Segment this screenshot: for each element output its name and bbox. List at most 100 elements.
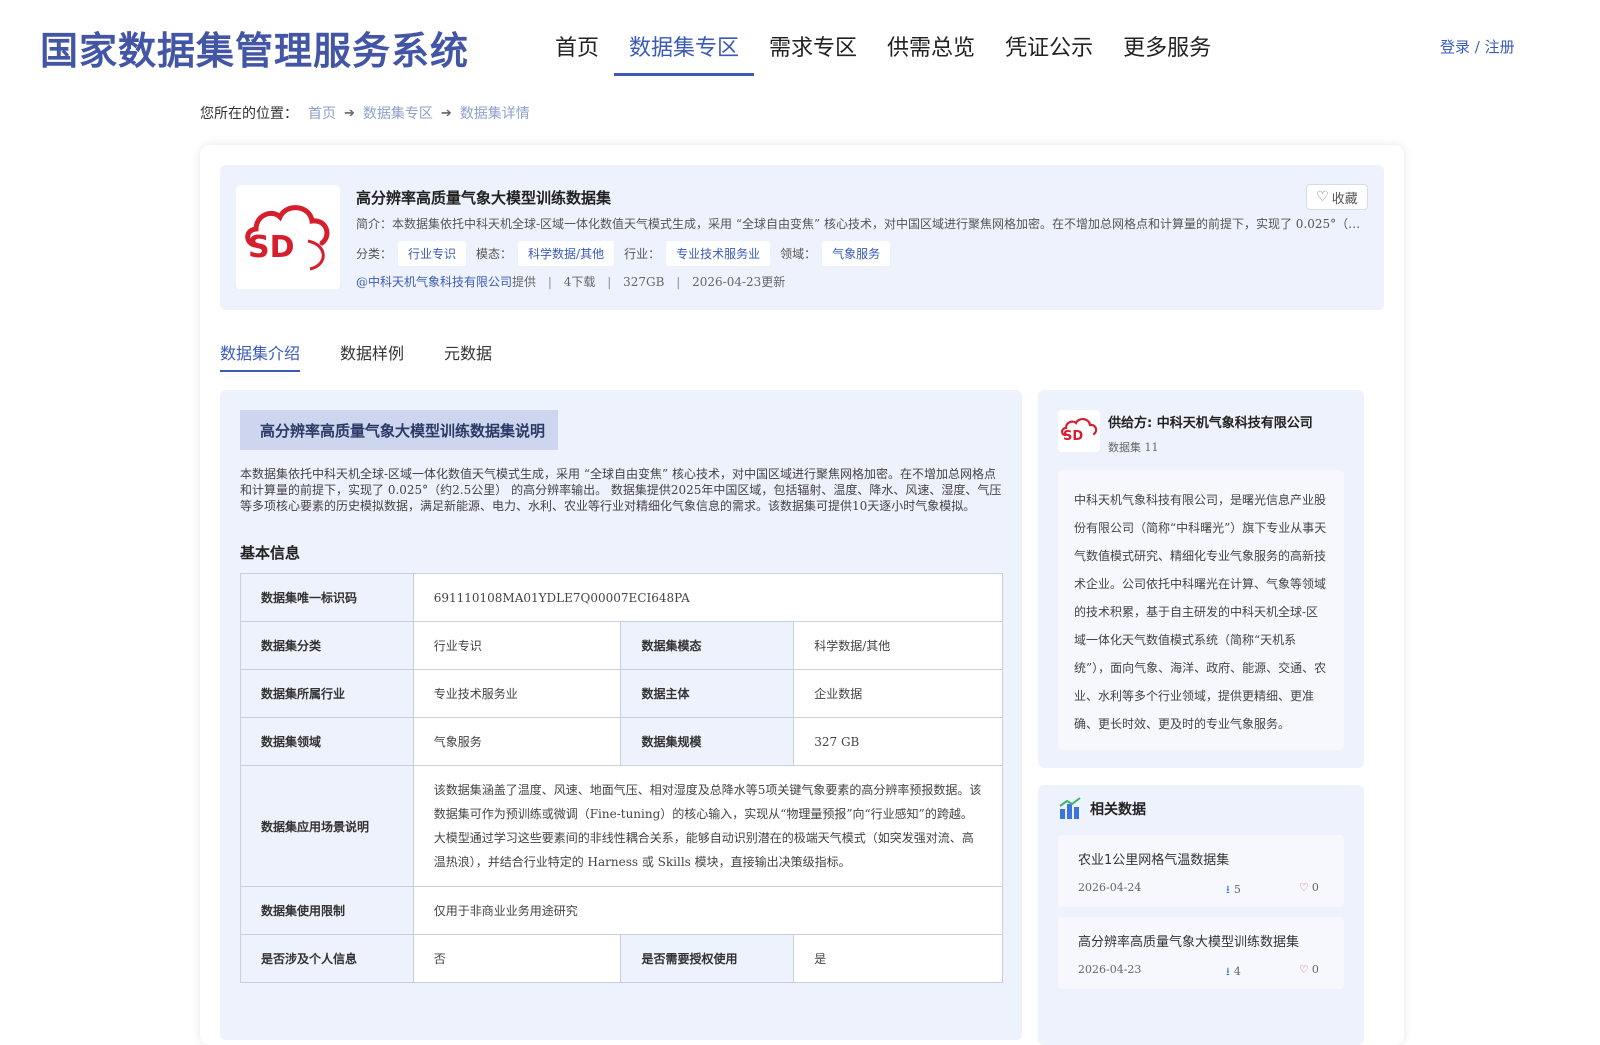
related-item-date: 2026-04-23: [1078, 963, 1142, 976]
site-title[interactable]: 国家数据集管理服务系统: [40, 20, 469, 75]
related-item[interactable]: 高分辨率高质量气象大模型训练数据集 2026-04-23 ⭳ 4 ♡ 0: [1058, 917, 1344, 989]
main-nav: 首页 数据集专区 需求专区 供需总览 凭证公示 更多服务: [540, 22, 1226, 76]
table-row: 数据集领域 气象服务 数据集规模 327 GB: [240, 717, 1003, 766]
nav-overview[interactable]: 供需总览: [872, 22, 990, 72]
top-header: 国家数据集管理服务系统 首页 数据集专区 需求专区 供需总览 凭证公示 更多服务…: [0, 0, 1600, 80]
table-value: 专业技术服务业: [412, 669, 622, 718]
table-label: 数据集模态: [620, 621, 795, 670]
table-label: 数据集分类: [240, 621, 414, 670]
related-item-likes: ♡ 0: [1299, 881, 1319, 894]
supplier-description: 中科天机气象科技有限公司，是曙光信息产业股份有限公司（简称“中科曙光”）旗下专业…: [1058, 470, 1344, 750]
related-header: 相关数据: [1058, 797, 1146, 821]
updated-date: 2026-04-23更新: [692, 275, 786, 289]
dataset-size: 327GB: [623, 275, 665, 289]
dataset-detail-card: SD 高分辨率高质量气象大模型训练数据集 ♡ 收藏 简介：本数据集依托中科天机全…: [200, 145, 1404, 1045]
table-value: 仅用于非商业业务用途研究: [412, 886, 1004, 935]
download-count: 5: [1233, 883, 1241, 896]
provided-text: 提供: [512, 275, 537, 289]
arrow-right-icon: ➔: [440, 105, 452, 121]
modality-label: 模态：: [476, 247, 513, 261]
related-item-name: 高分辨率高质量气象大模型训练数据集: [1078, 935, 1300, 950]
svg-text:SD: SD: [248, 230, 295, 265]
category-tag[interactable]: 行业专识: [398, 241, 467, 266]
table-row: 数据集使用限制 仅用于非商业业务用途研究: [240, 886, 1004, 935]
table-label: 数据集规模: [620, 717, 795, 766]
table-value: 是: [793, 934, 1003, 983]
like-count: 0: [1311, 881, 1319, 894]
industry-label: 行业：: [624, 247, 661, 261]
introduction-panel: 高分辨率高质量气象大模型训练数据集说明 本数据集依托中科天机全球-区域一体化数值…: [220, 390, 1022, 1040]
sd-logo: SD: [245, 205, 330, 271]
domain-tag[interactable]: 气象服务: [822, 241, 891, 266]
basic-info-title: 基本信息: [240, 544, 301, 562]
table-value: 企业数据: [793, 669, 1003, 718]
arrow-right-icon: ➔: [344, 105, 355, 121]
table-row: 数据集所属行业 专业技术服务业 数据主体 企业数据: [240, 669, 1003, 718]
supplier-logo: SD: [1058, 410, 1100, 452]
breadcrumb-home[interactable]: 首页: [308, 103, 336, 123]
dataset-meta: @中科天机气象科技有限公司提供 | 4下载 | 327GB | 2026-04-…: [356, 273, 785, 290]
favorite-label: 收藏: [1331, 191, 1358, 207]
heart-icon: ♡: [1316, 189, 1329, 205]
dataset-title: 高分辨率高质量气象大模型训练数据集: [356, 189, 612, 207]
table-value: 691110108MA01YDLE7Q00007ECI648PA: [412, 573, 1004, 622]
table-label: 是否需要授权使用: [620, 934, 795, 983]
tab-samples[interactable]: 数据样例: [340, 340, 404, 372]
breadcrumb-current: 数据集详情: [459, 106, 530, 122]
category-label: 分类：: [356, 247, 393, 261]
sd-logo: SD: [1061, 418, 1098, 444]
table-value: 该数据集涵盖了温度、风速、地面气压、相对湿度及总降水等5项关键气象要素的高分辨率…: [412, 765, 1004, 887]
bar-chart-icon: [1059, 797, 1081, 819]
domain-label: 领域：: [780, 247, 817, 261]
related-item-downloads: ⭳ 4: [1226, 963, 1241, 982]
supplier-card: SD 供给方: 中科天机气象科技有限公司 数据集 11 中科天机气象科技有限公司…: [1038, 390, 1364, 768]
detail-tabs: 数据集介绍 数据样例 元数据: [220, 340, 532, 372]
related-item[interactable]: 农业1公里网格气温数据集 2026-04-24 ⭳ 5 ♡ 0: [1058, 835, 1344, 907]
modality-tag[interactable]: 科学数据/其他: [518, 241, 615, 266]
download-count: 4下载: [563, 275, 596, 289]
like-count: 0: [1311, 963, 1319, 976]
breadcrumb-datasets[interactable]: 数据集专区: [363, 103, 433, 123]
dataset-info-panel: SD 高分辨率高质量气象大模型训练数据集 ♡ 收藏 简介：本数据集依托中科天机全…: [220, 165, 1384, 310]
table-row: 数据集唯一标识码 691110108MA01YDLE7Q00007ECI648P…: [240, 573, 1004, 622]
table-label: 数据主体: [620, 669, 795, 718]
table-row: 是否涉及个人信息 否 是否需要授权使用 是: [240, 934, 1003, 983]
breadcrumb-prefix: 您所在的位置：: [200, 106, 298, 122]
related-data-card: 相关数据 农业1公里网格气温数据集 2026-04-24 ⭳ 5 ♡ 0 高分辨率高…: [1038, 785, 1364, 1045]
login-register-link[interactable]: 登录 / 注册: [1440, 36, 1515, 57]
table-value: 327 GB: [793, 717, 1003, 766]
nav-more-services[interactable]: 更多服务: [1108, 22, 1226, 72]
industry-tag[interactable]: 专业技术服务业: [666, 241, 771, 266]
nav-datasets[interactable]: 数据集专区: [614, 22, 755, 76]
table-label: 是否涉及个人信息: [240, 934, 414, 983]
breadcrumb: 您所在的位置： 首页 ➔ 数据集专区 ➔ 数据集详情: [200, 103, 530, 123]
table-value: 否: [412, 934, 622, 983]
heart-icon: ♡: [1299, 881, 1309, 894]
heart-icon: ♡: [1299, 963, 1309, 976]
provider-link[interactable]: @中科天机气象科技有限公司: [356, 275, 512, 289]
tab-metadata[interactable]: 元数据: [444, 340, 492, 372]
dataset-tags: 分类： 行业专识 模态： 科学数据/其他 行业： 专业技术服务业 领域： 气象服…: [356, 241, 900, 266]
table-label: 数据集所属行业: [240, 669, 414, 718]
provider-logo: SD: [236, 185, 340, 289]
nav-demands[interactable]: 需求专区: [754, 22, 872, 72]
svg-text:SD: SD: [1063, 429, 1083, 444]
table-row: 数据集应用场景说明 该数据集涵盖了温度、风速、地面气压、相对湿度及总降水等5项关…: [240, 765, 1004, 887]
nav-credentials[interactable]: 凭证公示: [990, 22, 1108, 72]
table-value: 行业专识: [412, 621, 622, 670]
table-label: 数据集领域: [240, 717, 414, 766]
table-label: 数据集使用限制: [240, 886, 414, 935]
related-item-likes: ♡ 0: [1299, 963, 1319, 976]
related-title: 相关数据: [1090, 802, 1146, 818]
supplier-name[interactable]: 供给方: 中科天机气象科技有限公司: [1108, 412, 1313, 431]
table-value: 气象服务: [412, 717, 622, 766]
table-row: 数据集分类 行业专识 数据集模态 科学数据/其他: [240, 621, 1003, 670]
table-value: 科学数据/其他: [793, 621, 1003, 670]
download-icon: ⭳: [1226, 883, 1230, 896]
table-label: 数据集唯一标识码: [240, 573, 414, 622]
download-count: 4: [1233, 965, 1241, 978]
tab-introduction[interactable]: 数据集介绍: [220, 340, 301, 372]
section-title: 高分辨率高质量气象大模型训练数据集说明: [240, 410, 558, 450]
favorite-button[interactable]: ♡ 收藏: [1306, 184, 1368, 210]
nav-home[interactable]: 首页: [540, 22, 614, 72]
